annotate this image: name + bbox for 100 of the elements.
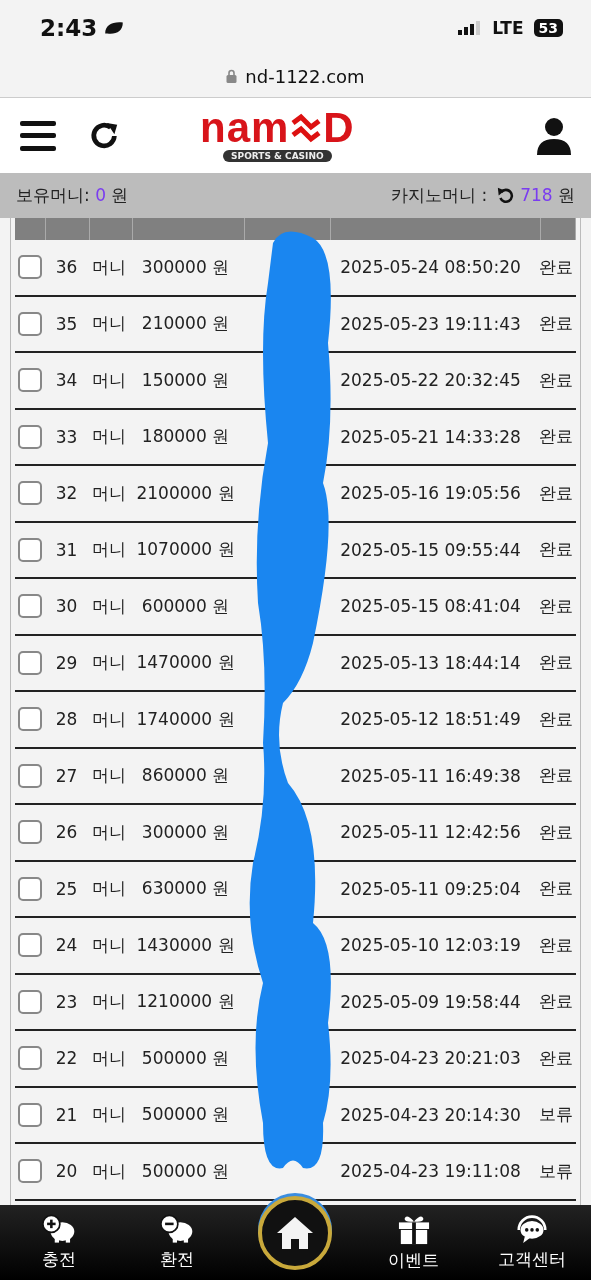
table-cell: 보류 <box>538 1104 573 1125</box>
table-cell: 30 <box>55 596 78 617</box>
row-checkbox[interactable] <box>18 933 42 958</box>
table-cell: 25 <box>55 878 78 899</box>
logo-text: D <box>323 108 355 148</box>
row-checkbox[interactable] <box>18 820 42 845</box>
table-cell: 머니 <box>92 1160 126 1181</box>
table-cell: 34 <box>55 370 78 391</box>
nav-item[interactable]: 이벤트 <box>363 1213 464 1272</box>
table-cell: 2100000 원 <box>136 482 235 503</box>
table-cell: 머니 <box>92 595 126 616</box>
table-cell: 29 <box>55 652 78 673</box>
table-cell: 20 <box>55 1161 78 1182</box>
row-checkbox[interactable] <box>18 1159 42 1184</box>
table-cell: 22 <box>55 1048 78 1069</box>
row-checkbox[interactable] <box>18 255 42 280</box>
held-money-text: 보유머니: 0 원 <box>16 184 129 207</box>
row-checkbox[interactable] <box>18 876 42 901</box>
table-cell: 2025-05-15 09:55:44 <box>340 539 521 560</box>
table-cell: 완료 <box>538 256 573 277</box>
table-cell: 완료 <box>538 765 573 786</box>
refresh-icon[interactable] <box>497 187 515 204</box>
table-cell: 210000 원 <box>141 313 230 334</box>
table-cell: 머니 <box>92 821 126 842</box>
table-cell: 27 <box>55 765 78 786</box>
user-icon[interactable] <box>537 116 571 155</box>
table-cell: 21 <box>55 1104 78 1125</box>
table-cell: 2025-05-12 18:51:49 <box>340 709 521 730</box>
row-checkbox[interactable] <box>18 311 42 336</box>
table-cell: 500000 원 <box>141 1160 230 1181</box>
table-cell: 완료 <box>538 878 573 899</box>
table-cell: 23 <box>55 991 78 1012</box>
logo-tagline: SPORTS & CASINO <box>223 150 332 162</box>
table-cell: 2025-05-24 08:50:20 <box>340 257 521 278</box>
gift-icon <box>396 1213 431 1245</box>
table-cell: 1740000 원 <box>136 708 235 729</box>
table-cell: 35 <box>55 313 78 334</box>
table-cell: 머니 <box>92 426 126 447</box>
table-cell: 머니 <box>92 539 126 560</box>
table-cell: 머니 <box>92 482 126 503</box>
row-checkbox[interactable] <box>18 1102 42 1127</box>
table-cell: 2025-05-11 09:25:04 <box>340 878 521 899</box>
table-cell: 머니 <box>92 369 126 390</box>
table-cell: 완료 <box>538 934 573 955</box>
battery-level: 53 <box>533 18 563 37</box>
menu-icon[interactable] <box>20 120 56 151</box>
url-text[interactable]: nd-1122.com <box>245 65 365 87</box>
table-cell: 2025-05-10 12:03:19 <box>340 935 521 956</box>
table-cell: 머니 <box>92 765 126 786</box>
table-cell: 2025-05-09 19:58:44 <box>340 991 521 1012</box>
table-cell: 33 <box>55 426 78 447</box>
row-checkbox[interactable] <box>18 594 42 619</box>
table-cell: 150000 원 <box>141 369 230 390</box>
table-cell: 머니 <box>92 313 126 334</box>
table-cell: 완료 <box>538 1047 573 1068</box>
table-cell: 2025-04-23 20:21:03 <box>340 1048 521 1069</box>
row-checkbox[interactable] <box>18 481 42 506</box>
table-cell: 머니 <box>92 256 126 277</box>
table-cell: 머니 <box>92 708 126 729</box>
table-cell: 2025-05-13 18:44:14 <box>340 652 521 673</box>
table-cell: 머니 <box>92 991 126 1012</box>
table-cell: 28 <box>55 709 78 730</box>
table-cell: 머니 <box>92 1047 126 1068</box>
table-cell: 2025-05-21 14:33:28 <box>340 426 521 447</box>
table-cell: 500000 원 <box>141 1047 230 1068</box>
row-checkbox[interactable] <box>18 368 42 393</box>
table-cell: 완료 <box>538 595 573 616</box>
table-cell: 36 <box>55 257 78 278</box>
table-cell: 1470000 원 <box>136 652 235 673</box>
row-checkbox[interactable] <box>18 424 42 449</box>
table-cell: 26 <box>55 822 78 843</box>
table-cell: 완료 <box>538 991 573 1012</box>
table-cell: 완료 <box>538 313 573 334</box>
nav-item[interactable]: 고객센터 <box>481 1214 582 1271</box>
row-checkbox[interactable] <box>18 763 42 788</box>
nav-item[interactable]: 환전 <box>127 1214 228 1271</box>
table-cell: 보류 <box>538 1160 573 1181</box>
table-cell: 완료 <box>538 539 573 560</box>
table-cell: 완료 <box>538 369 573 390</box>
refresh-icon[interactable] <box>90 120 120 151</box>
nav-item[interactable]: 충전 <box>9 1214 110 1271</box>
piggy-bank-icon <box>160 1214 195 1244</box>
table-cell: 860000 원 <box>141 765 230 786</box>
table-cell: 완료 <box>538 821 573 842</box>
table-cell: 2025-05-15 08:41:04 <box>340 596 521 617</box>
row-checkbox[interactable] <box>18 537 42 562</box>
table-cell: 머니 <box>92 1104 126 1125</box>
table-cell: 머니 <box>92 652 126 673</box>
table-cell: 2025-05-11 12:42:56 <box>340 822 521 843</box>
table-cell: 32 <box>55 483 78 504</box>
row-checkbox[interactable] <box>18 707 42 732</box>
row-checkbox[interactable] <box>18 1046 42 1071</box>
casino-money-label: 카지노머니 : <box>391 184 488 207</box>
table-cell: 완료 <box>538 652 573 673</box>
row-checkbox[interactable] <box>18 650 42 675</box>
table-cell: 2025-05-16 19:05:56 <box>340 483 521 504</box>
table-cell: 2025-04-23 19:11:08 <box>340 1161 521 1182</box>
row-checkbox[interactable] <box>18 989 42 1014</box>
table-cell: 1430000 원 <box>136 934 235 955</box>
table-cell: 31 <box>55 539 78 560</box>
